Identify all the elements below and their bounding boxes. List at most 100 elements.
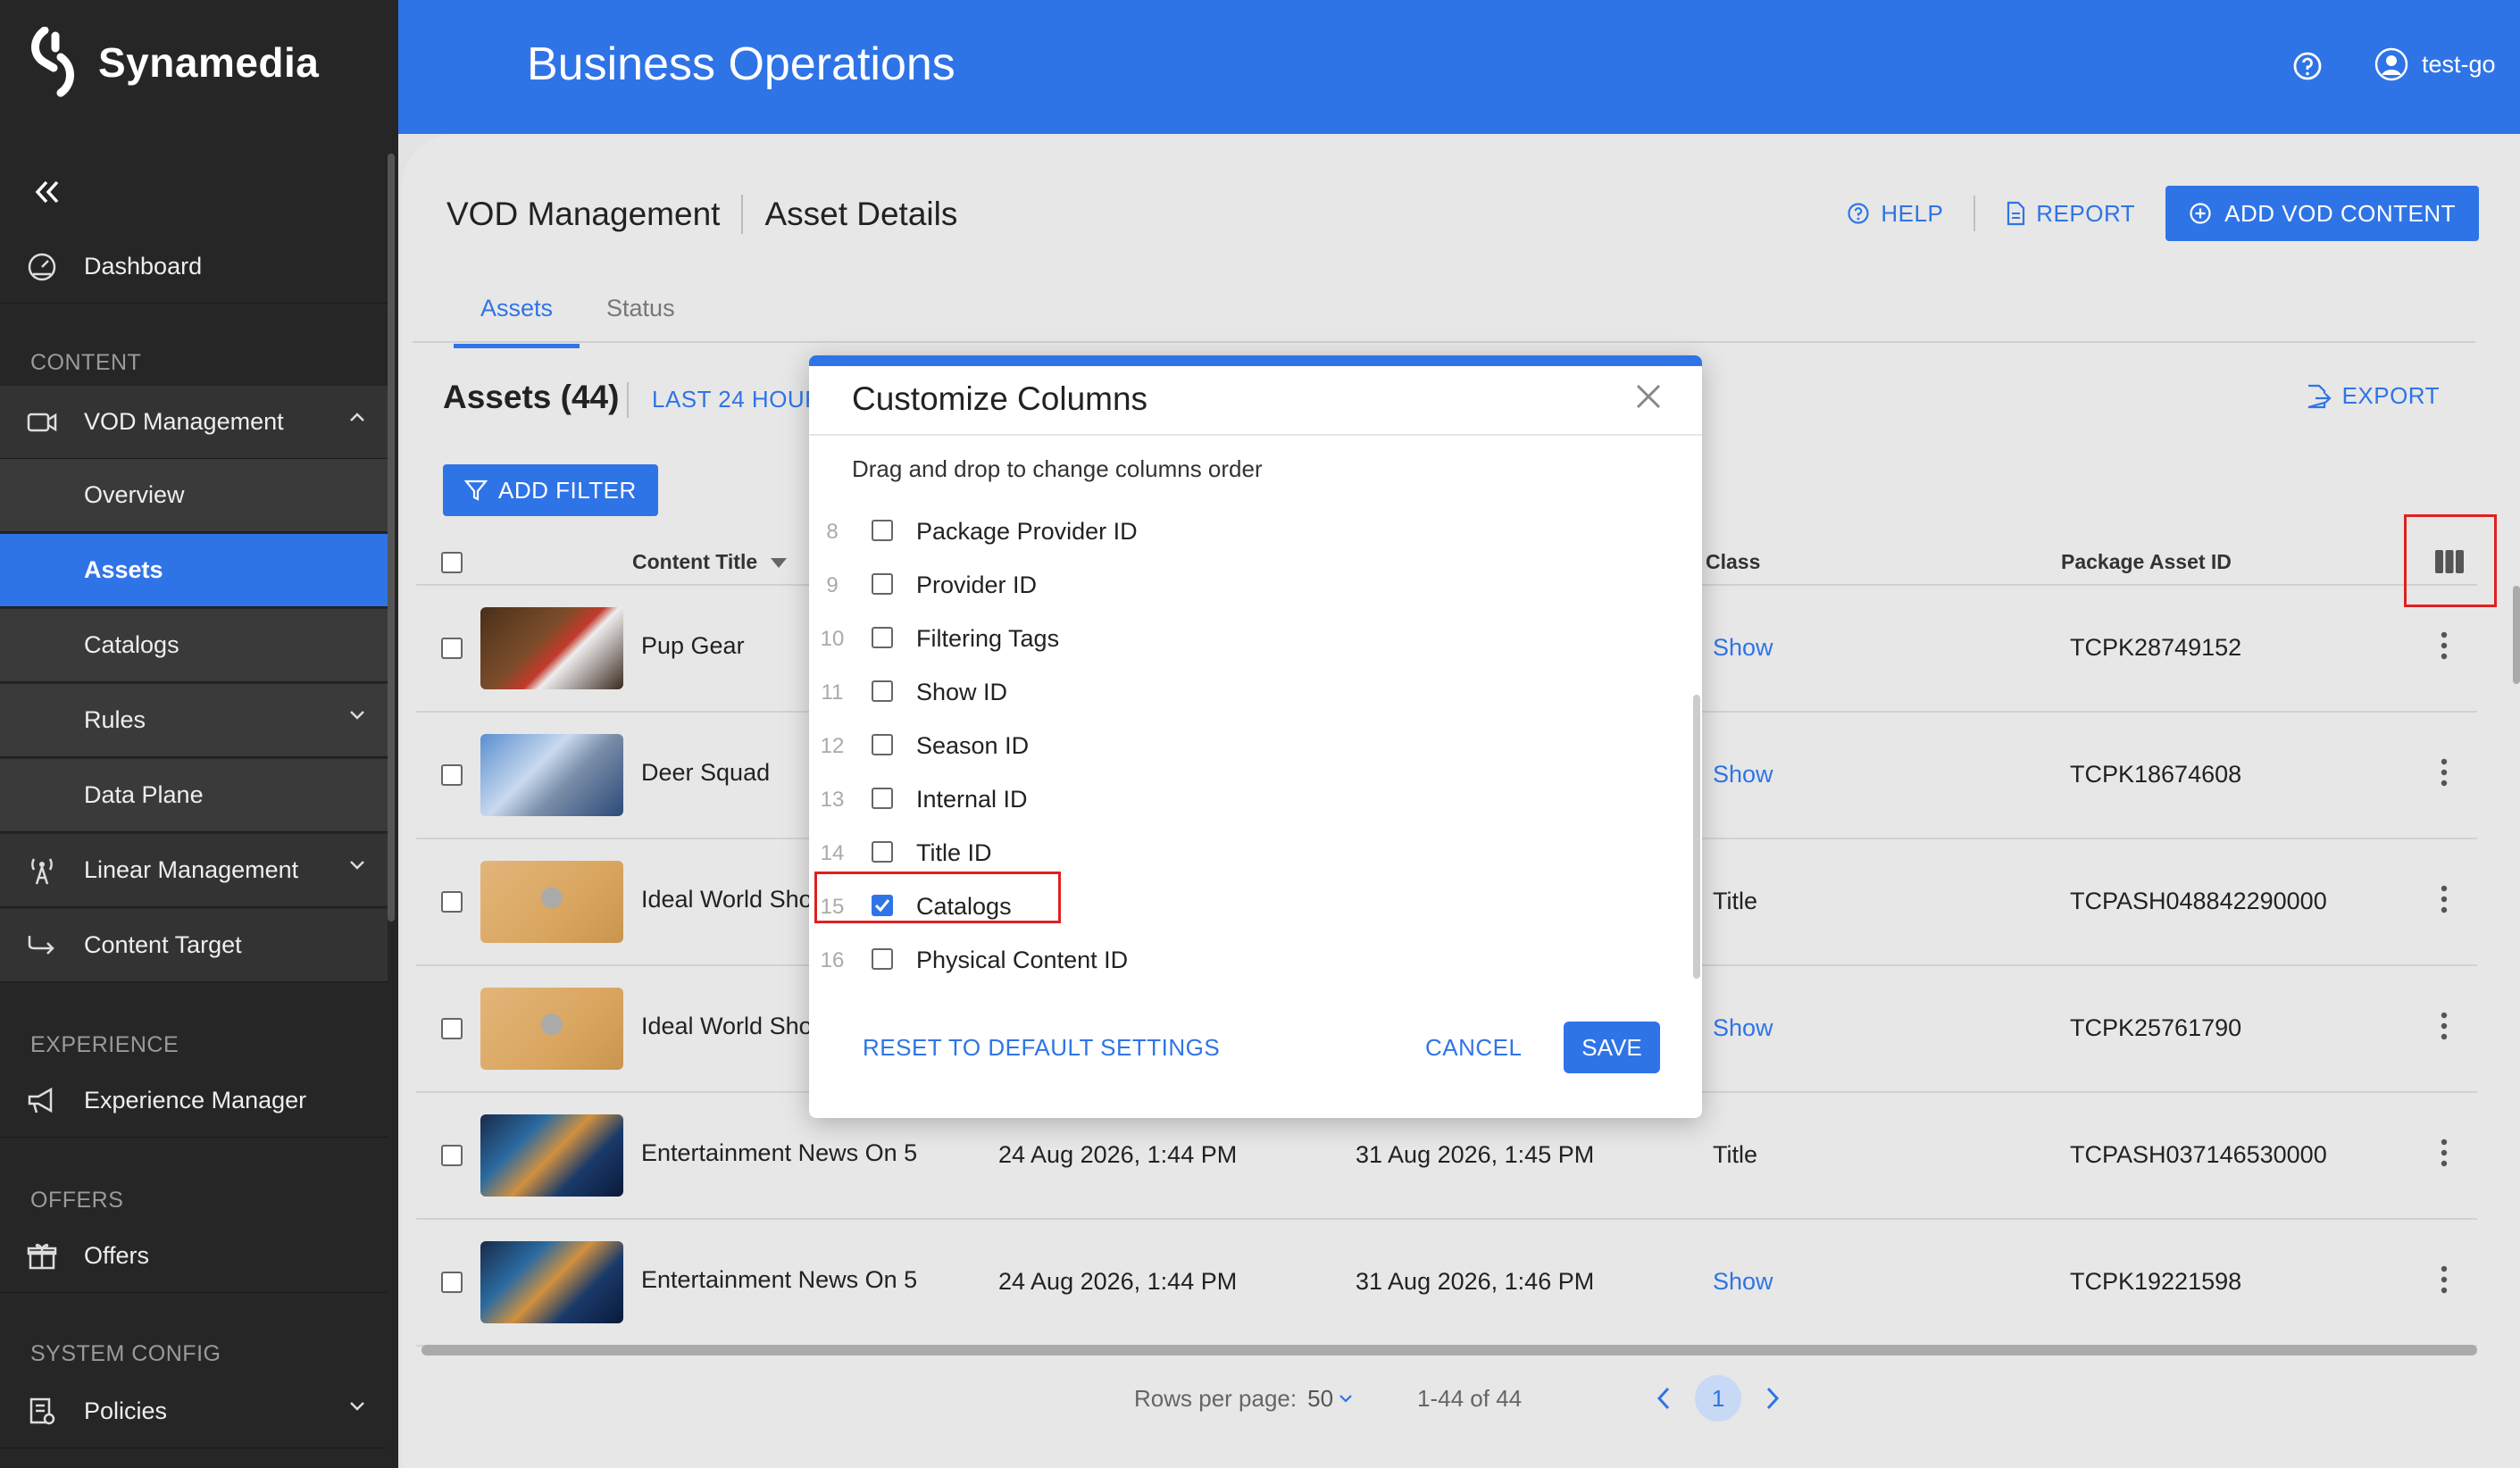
column-order-number: 14 [820, 841, 845, 865]
sidebar-item-dashboard[interactable]: Dashboard [0, 230, 388, 304]
column-checkbox[interactable] [872, 841, 893, 863]
save-button[interactable]: SAVE [1564, 1022, 1660, 1073]
dialog-divider [809, 434, 1702, 436]
row-menu-button[interactable] [2440, 1138, 2449, 1174]
column-checkbox[interactable] [872, 627, 893, 648]
sidebar-item-label: Experience Manager [84, 1087, 307, 1114]
current-page[interactable]: 1 [1695, 1375, 1742, 1422]
catalogs-option-highlight [814, 872, 1061, 923]
row-checkbox[interactable] [441, 638, 463, 659]
dashboard-icon [28, 253, 56, 280]
close-dialog-button[interactable] [1634, 382, 1663, 415]
column-label: Show ID [916, 679, 1008, 705]
sidebar-item-assets[interactable]: Assets [0, 534, 388, 607]
chevron-down-icon [350, 1402, 364, 1411]
chevron-down-icon [1339, 1395, 1352, 1403]
row-menu-button[interactable] [2440, 884, 2449, 921]
row-checkbox[interactable] [441, 891, 463, 913]
asset-class-link[interactable]: Show [1713, 1268, 1773, 1296]
column-header-class[interactable]: Class [1706, 550, 1760, 574]
column-checkbox[interactable] [872, 680, 893, 702]
column-header-content-title[interactable]: Content Title [632, 550, 788, 574]
asset-title[interactable]: Entertainment News On 5 [641, 1266, 917, 1294]
column-checkbox[interactable] [872, 573, 893, 595]
user-menu[interactable]: test-go [2374, 46, 2496, 82]
breadcrumb-vod-management[interactable]: VOD Management [446, 196, 720, 233]
asset-title[interactable]: Entertainment News On 5 [641, 1139, 917, 1167]
sidebar-item-offers[interactable]: Offers [0, 1220, 388, 1293]
row-checkbox[interactable] [441, 764, 463, 786]
sidebar-item-label: Catalogs [84, 631, 179, 658]
asset-class-link[interactable]: Show [1713, 761, 1773, 788]
row-menu-button[interactable] [2440, 1011, 2449, 1047]
column-checkbox[interactable] [872, 734, 893, 755]
previous-page-button[interactable] [1656, 1386, 1672, 1411]
sidebar-scrollbar[interactable] [388, 154, 395, 922]
customize-columns-highlight [2404, 514, 2497, 607]
column-option-filtering-tags[interactable]: 10 Filtering Tags [809, 613, 1702, 666]
dialog-instructions: Drag and drop to change columns order [852, 455, 1263, 482]
sidebar-item-linear-management[interactable]: Linear Management [0, 834, 388, 907]
collapse-sidebar-button[interactable] [25, 170, 70, 214]
column-option-show-id[interactable]: 11 Show ID [809, 666, 1702, 720]
column-option-package-provider-id[interactable]: 8 Package Provider ID [809, 505, 1702, 559]
row-menu-button[interactable] [2440, 1264, 2449, 1301]
sidebar-item-label: Policies [84, 1397, 168, 1424]
column-checkbox[interactable] [872, 520, 893, 541]
section-content: CONTENT [30, 350, 142, 375]
column-option-internal-id[interactable]: 13 Internal ID [809, 773, 1702, 827]
tab-status[interactable]: Status [580, 288, 702, 348]
table-row[interactable]: Entertainment News On 5 24 Aug 2026, 1:4… [416, 1220, 2477, 1347]
select-all-checkbox[interactable] [441, 552, 463, 573]
sidebar-item-vod-management[interactable]: VOD Management [0, 386, 388, 459]
row-checkbox[interactable] [441, 1272, 463, 1293]
row-checkbox[interactable] [441, 1145, 463, 1166]
sidebar-item-data-plane[interactable]: Data Plane [0, 759, 388, 832]
asset-title[interactable]: Pup Gear [641, 632, 745, 660]
sidebar-item-overview[interactable]: Overview [0, 459, 388, 532]
more-vertical-icon [2441, 1012, 2448, 1040]
table-horizontal-scrollbar[interactable] [421, 1345, 2477, 1355]
app-title: Business Operations [527, 38, 955, 90]
dialog-scrollbar[interactable] [1693, 695, 1700, 979]
sidebar-item-rules[interactable]: Rules [0, 684, 388, 757]
sidebar-item-policies[interactable]: Policies [0, 1375, 388, 1448]
report-button[interactable]: REPORT [2006, 200, 2135, 228]
next-page-button[interactable] [1765, 1386, 1781, 1411]
reset-default-settings-button[interactable]: RESET TO DEFAULT SETTINGS [863, 1034, 1220, 1062]
column-option-provider-id[interactable]: 9 Provider ID [809, 559, 1702, 613]
add-vod-content-button[interactable]: ADD VOD CONTENT [2165, 186, 2479, 241]
add-filter-button[interactable]: ADD FILTER [443, 464, 658, 516]
sidebar-item-experience-manager[interactable]: Experience Manager [0, 1064, 388, 1138]
column-header-package-asset-id[interactable]: Package Asset ID [2061, 550, 2232, 574]
asset-title[interactable]: Ideal World Shop [641, 886, 826, 913]
column-checkbox[interactable] [872, 788, 893, 809]
row-menu-button[interactable] [2440, 757, 2449, 794]
row-checkbox[interactable] [441, 1018, 463, 1039]
sidebar-item-catalogs[interactable]: Catalogs [0, 609, 388, 682]
rows-per-page-select[interactable]: 50 [1307, 1385, 1353, 1413]
asset-title[interactable]: Deer Squad [641, 759, 770, 787]
sidebar-item-label: VOD Management [84, 408, 284, 435]
cancel-button[interactable]: CANCEL [1425, 1034, 1522, 1062]
help-link-button[interactable]: HELP [1847, 200, 1943, 228]
asset-class-link[interactable]: Show [1713, 1014, 1773, 1042]
column-checkbox[interactable] [872, 948, 893, 970]
gift-icon [27, 1243, 57, 1269]
export-button[interactable]: EXPORT [2305, 382, 2440, 410]
sidebar-item-label: Overview [84, 481, 185, 508]
asset-title[interactable]: Ideal World Shop [641, 1013, 826, 1040]
column-option-season-id[interactable]: 12 Season ID [809, 720, 1702, 773]
column-option-physical-content-id[interactable]: 16 Physical Content ID [809, 934, 1702, 988]
help-circle-icon [1848, 203, 1869, 224]
asset-class: Title [1713, 888, 1758, 914]
help-button[interactable] [2291, 50, 2324, 87]
tab-assets[interactable]: Assets [454, 288, 580, 348]
row-menu-button[interactable] [2440, 630, 2449, 667]
sidebar-item-content-target[interactable]: Content Target [0, 909, 388, 982]
page-scrollbar[interactable] [2513, 586, 2520, 684]
broadcast-icon [31, 857, 53, 884]
package-asset-id: TCPK19221598 [2070, 1268, 2242, 1295]
asset-class: Title [1713, 1141, 1758, 1168]
asset-class-link[interactable]: Show [1713, 634, 1773, 662]
